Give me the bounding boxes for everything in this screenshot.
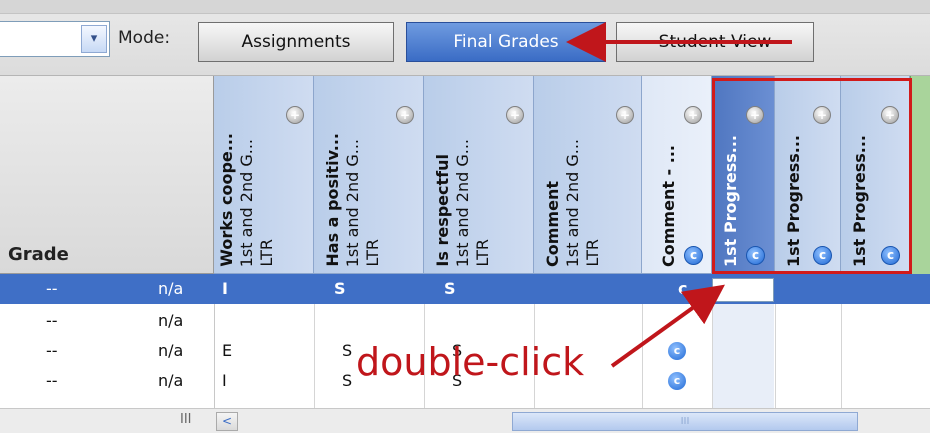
- column-title: Has a positiv...: [323, 133, 342, 267]
- column-type: LTR: [257, 239, 276, 267]
- toolbar: ▾ Mode: Assignments Final Grades Student…: [0, 0, 930, 76]
- grade-column-header[interactable]: Grade: [0, 76, 214, 274]
- grade-edit-cell[interactable]: [712, 278, 774, 302]
- plus-circle-icon[interactable]: +: [396, 106, 414, 124]
- column-subtitle: 1st and 2nd G...: [237, 138, 256, 267]
- grade-cell: --: [46, 279, 58, 298]
- toolbar-strip: [0, 0, 930, 14]
- table-row[interactable]: -- n/a: [0, 306, 930, 336]
- comment-c-icon[interactable]: c: [668, 372, 686, 390]
- score-cell[interactable]: I: [222, 274, 228, 304]
- assignments-mode-button[interactable]: Assignments: [198, 22, 394, 62]
- plus-circle-icon[interactable]: +: [616, 106, 634, 124]
- plus-circle-icon[interactable]: +: [286, 106, 304, 124]
- chevron-down-icon[interactable]: ▾: [81, 25, 107, 53]
- score-cell[interactable]: S: [342, 366, 352, 396]
- view-dropdown[interactable]: ▾: [0, 21, 110, 57]
- scroll-grip-indicator: III: [180, 412, 192, 427]
- column-title: Comment - ...: [659, 145, 678, 267]
- column-header-positive-attitude[interactable]: Has a positiv... 1st and 2nd G... LTR +: [314, 76, 424, 274]
- column-subtitle: 1st and 2nd G...: [343, 138, 362, 267]
- comment-c-icon[interactable]: c: [684, 246, 703, 265]
- column-subtitle: 1st and 2nd G...: [453, 138, 472, 267]
- grade-cell: --: [46, 311, 58, 330]
- column-title: Comment: [543, 181, 562, 267]
- column-subtitle: 1st and 2nd G...: [563, 138, 582, 267]
- column-type: LTR: [363, 239, 382, 267]
- column-title: Works coope...: [217, 133, 236, 267]
- grade-cell: --: [46, 371, 58, 390]
- grade-value-cell: n/a: [158, 311, 184, 330]
- column-type: LTR: [583, 239, 602, 267]
- column-header-is-respectful[interactable]: Is respectful 1st and 2nd G... LTR +: [424, 76, 534, 274]
- grade-value-cell: n/a: [158, 341, 184, 360]
- table-row-selected[interactable]: -- n/a I S S c: [0, 274, 930, 304]
- plus-circle-icon[interactable]: +: [506, 106, 524, 124]
- score-cell[interactable]: E: [222, 336, 232, 366]
- grade-header-label: Grade: [8, 244, 69, 265]
- highlight-box: [712, 78, 912, 274]
- student-view-mode-button[interactable]: Student View: [616, 22, 814, 62]
- comment-cell[interactable]: c: [678, 274, 687, 304]
- comment-c-icon[interactable]: c: [668, 342, 686, 360]
- column-header-comment-2[interactable]: Comment - ... + c: [642, 76, 712, 274]
- column-header-comment[interactable]: Comment 1st and 2nd G... LTR +: [534, 76, 642, 274]
- horizontal-scrollbar[interactable]: III < III: [0, 408, 930, 433]
- score-cell[interactable]: S: [444, 274, 456, 304]
- grade-cell: --: [46, 341, 58, 360]
- mode-label: Mode:: [118, 28, 171, 48]
- final-grades-mode-button[interactable]: Final Grades: [406, 22, 606, 62]
- scroll-thumb[interactable]: III: [512, 412, 858, 431]
- score-cell[interactable]: I: [222, 366, 227, 396]
- column-title: Is respectful: [433, 154, 452, 267]
- score-cell[interactable]: S: [334, 274, 346, 304]
- next-column-edge: [910, 76, 930, 274]
- plus-circle-icon[interactable]: +: [684, 106, 702, 124]
- grade-value-cell: n/a: [158, 371, 184, 390]
- score-cell[interactable]: S: [342, 336, 352, 366]
- column-header-works-cooperatively[interactable]: Works coope... 1st and 2nd G... LTR +: [214, 76, 314, 274]
- grade-value-cell: n/a: [158, 279, 184, 298]
- column-type: LTR: [473, 239, 492, 267]
- scroll-left-arrow-icon[interactable]: <: [216, 412, 238, 431]
- annotation-text: double-click: [356, 340, 585, 384]
